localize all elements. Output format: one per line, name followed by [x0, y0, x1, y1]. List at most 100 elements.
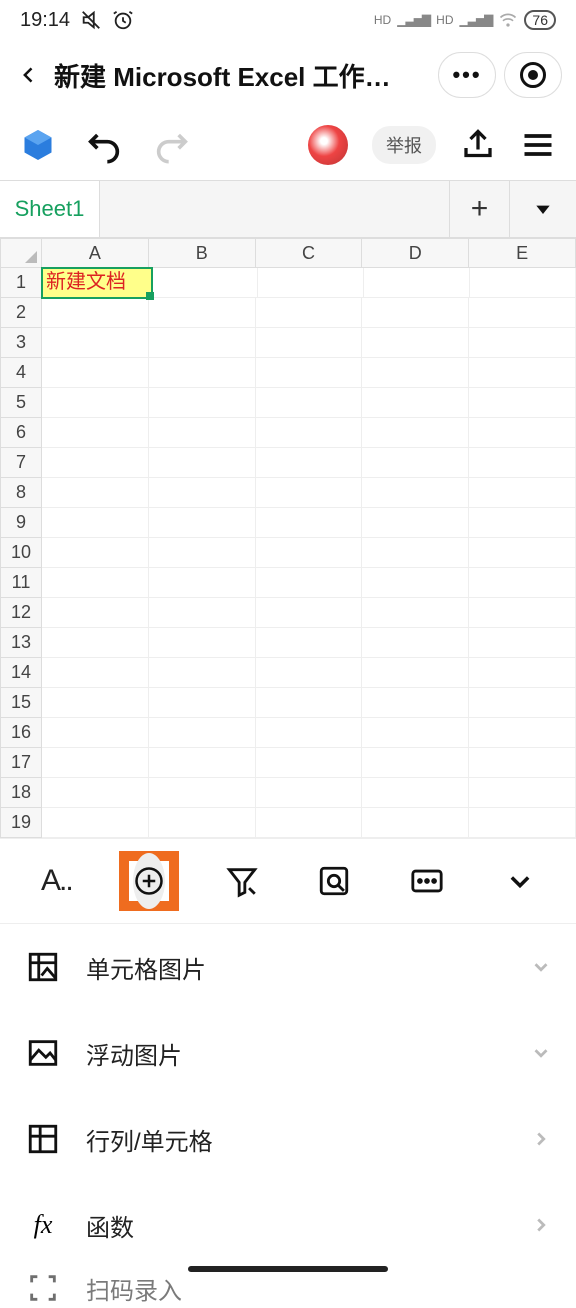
- menu-item-rowcol[interactable]: 行列/单元格: [0, 1096, 576, 1182]
- cell[interactable]: [470, 268, 576, 298]
- cell[interactable]: [362, 718, 469, 748]
- row-header[interactable]: 14: [0, 658, 42, 688]
- cell[interactable]: [42, 538, 149, 568]
- cell[interactable]: [149, 718, 256, 748]
- col-header[interactable]: E: [469, 238, 576, 268]
- cell[interactable]: [42, 508, 149, 538]
- cell[interactable]: [149, 628, 256, 658]
- cell[interactable]: [149, 658, 256, 688]
- cell[interactable]: [256, 388, 363, 418]
- cell[interactable]: [42, 748, 149, 778]
- cell[interactable]: [42, 598, 149, 628]
- share-button[interactable]: [460, 127, 496, 163]
- row-header[interactable]: 9: [0, 508, 42, 538]
- cell[interactable]: [469, 658, 576, 688]
- cell[interactable]: [364, 268, 470, 298]
- cell[interactable]: [469, 778, 576, 808]
- more-button[interactable]: •••: [438, 52, 496, 98]
- cell[interactable]: [469, 448, 576, 478]
- view-button[interactable]: [304, 851, 364, 911]
- cell[interactable]: [42, 778, 149, 808]
- cell[interactable]: [42, 448, 149, 478]
- cell[interactable]: [256, 628, 363, 658]
- cell[interactable]: [256, 298, 363, 328]
- text-format-button[interactable]: A..: [26, 851, 86, 911]
- collapse-button[interactable]: [490, 851, 550, 911]
- cell[interactable]: [42, 718, 149, 748]
- cell[interactable]: [42, 388, 149, 418]
- cell[interactable]: [362, 448, 469, 478]
- cell[interactable]: [42, 808, 149, 838]
- cell[interactable]: [149, 568, 256, 598]
- sheet-dropdown-button[interactable]: [510, 181, 576, 237]
- cell[interactable]: [42, 358, 149, 388]
- add-sheet-button[interactable]: +: [450, 181, 510, 237]
- cell[interactable]: [362, 478, 469, 508]
- cell[interactable]: [469, 718, 576, 748]
- cell[interactable]: [42, 478, 149, 508]
- cell[interactable]: [256, 478, 363, 508]
- col-header[interactable]: B: [149, 238, 256, 268]
- redo-button[interactable]: [152, 125, 192, 165]
- cell[interactable]: [469, 568, 576, 598]
- cell[interactable]: [362, 808, 469, 838]
- cell[interactable]: [42, 568, 149, 598]
- cell[interactable]: [469, 328, 576, 358]
- row-header[interactable]: 13: [0, 628, 42, 658]
- row-header[interactable]: 6: [0, 418, 42, 448]
- cell[interactable]: [149, 418, 256, 448]
- row-header[interactable]: 19: [0, 808, 42, 838]
- cell-a1[interactable]: 新建文档: [42, 268, 152, 298]
- cell[interactable]: [362, 328, 469, 358]
- cell[interactable]: [149, 808, 256, 838]
- keyboard-button[interactable]: [397, 851, 457, 911]
- sheet-tab-active[interactable]: Sheet1: [0, 181, 100, 237]
- filter-button[interactable]: [212, 851, 272, 911]
- row-header[interactable]: 1: [0, 268, 42, 298]
- cell[interactable]: [152, 268, 258, 298]
- cell[interactable]: [469, 628, 576, 658]
- cell[interactable]: [469, 598, 576, 628]
- cell[interactable]: [362, 568, 469, 598]
- cell[interactable]: [149, 538, 256, 568]
- record-button[interactable]: [504, 52, 562, 98]
- report-button[interactable]: 举报: [372, 126, 436, 164]
- menu-item-function[interactable]: fx 函数: [0, 1182, 576, 1268]
- cell[interactable]: [256, 778, 363, 808]
- cell[interactable]: [362, 658, 469, 688]
- cell[interactable]: [256, 568, 363, 598]
- col-header[interactable]: A: [42, 238, 149, 268]
- row-header[interactable]: 11: [0, 568, 42, 598]
- cell[interactable]: [149, 778, 256, 808]
- cell[interactable]: [362, 778, 469, 808]
- cell[interactable]: [149, 388, 256, 418]
- cell[interactable]: [256, 538, 363, 568]
- cell[interactable]: [469, 508, 576, 538]
- cell[interactable]: [469, 388, 576, 418]
- cell[interactable]: [469, 298, 576, 328]
- cell[interactable]: [362, 418, 469, 448]
- row-header[interactable]: 8: [0, 478, 42, 508]
- cell[interactable]: [42, 298, 149, 328]
- back-button[interactable]: [14, 55, 44, 95]
- cell[interactable]: [362, 688, 469, 718]
- row-header[interactable]: 17: [0, 748, 42, 778]
- cell[interactable]: [256, 808, 363, 838]
- row-header[interactable]: 2: [0, 298, 42, 328]
- col-header[interactable]: D: [362, 238, 469, 268]
- cell[interactable]: [42, 628, 149, 658]
- select-all-corner[interactable]: [0, 238, 42, 268]
- cell[interactable]: [469, 808, 576, 838]
- cell[interactable]: [42, 328, 149, 358]
- row-header[interactable]: 16: [0, 718, 42, 748]
- row-header[interactable]: 7: [0, 448, 42, 478]
- cell[interactable]: [256, 358, 363, 388]
- row-header[interactable]: 5: [0, 388, 42, 418]
- cell[interactable]: [256, 508, 363, 538]
- cell[interactable]: [149, 298, 256, 328]
- undo-button[interactable]: [84, 125, 124, 165]
- cell[interactable]: [256, 688, 363, 718]
- cell[interactable]: [149, 688, 256, 718]
- cell[interactable]: [362, 628, 469, 658]
- col-header[interactable]: C: [256, 238, 363, 268]
